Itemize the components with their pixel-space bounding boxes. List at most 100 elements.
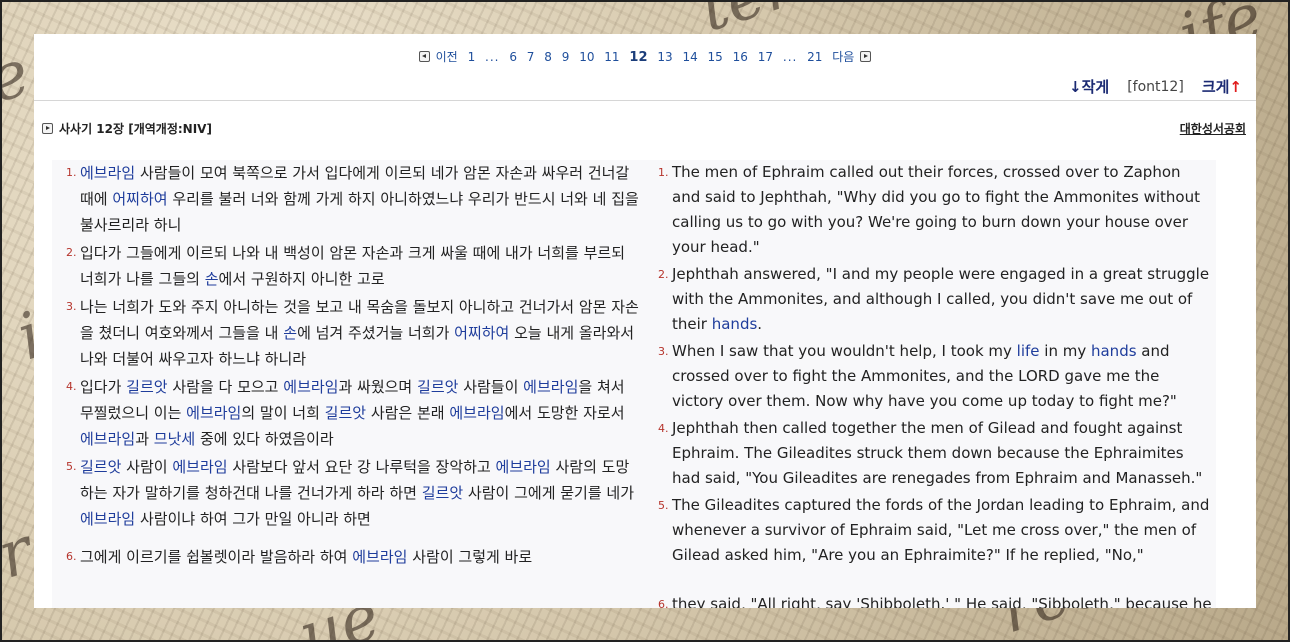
page-link[interactable]: 21: [807, 50, 822, 64]
up-arrow-icon: ↑: [1229, 78, 1242, 96]
dictionary-link[interactable]: 에브라임: [352, 548, 407, 566]
verse-text: 사람이: [121, 458, 173, 476]
page-link[interactable]: 15: [708, 50, 723, 64]
verse-item: 4. 입다가 길르앗 사람을 다 모으고 에브라임과 싸웠으며 길르앗 사람들이 …: [66, 374, 640, 452]
verse-item: 3. 나는 너희가 도와 주지 아니하는 것을 보고 내 목숨을 돌보지 아니하고…: [66, 294, 640, 372]
page-link[interactable]: 7: [527, 50, 535, 64]
dictionary-link[interactable]: 길르앗: [126, 378, 167, 396]
verse-item: 2. Jephthah answered, "I and my people we…: [658, 262, 1212, 337]
publisher-link[interactable]: 대한성서공회: [1180, 120, 1246, 137]
page-link[interactable]: 13: [657, 50, 672, 64]
bilingual-verses: 1. 에브라임 사람들이 모여 북쪽으로 가서 입다에게 이르되 네가 암몬 자손…: [52, 160, 1216, 608]
verse-text: When I saw that you wouldn't help, I too…: [672, 342, 1017, 360]
dictionary-link[interactable]: life: [1017, 342, 1040, 360]
current-page: 12: [629, 50, 648, 65]
dictionary-link[interactable]: 길르앗: [422, 484, 463, 502]
chapter-header: 사사기 12장 [개역개정:NIV] 대한성서공회: [42, 120, 1246, 138]
font-larger-label: 크게: [1201, 78, 1230, 96]
verse-item: 5. The Gileadites captured the fords of t…: [658, 493, 1212, 568]
page-link[interactable]: 1: [468, 50, 476, 64]
korean-verse-list: 1. 에브라임 사람들이 모여 북쪽으로 가서 입다에게 이르되 네가 암몬 자손…: [66, 160, 640, 570]
verse-text: 사람보다 앞서 요단 강 나루턱을 장악하고: [227, 458, 496, 476]
dictionary-link[interactable]: 에브라임: [80, 430, 135, 448]
prev-arrow-icon[interactable]: [418, 51, 430, 62]
dictionary-link[interactable]: 길르앗: [325, 404, 366, 422]
dictionary-link[interactable]: 므낫세: [154, 430, 195, 448]
verse-item: 5. 길르앗 사람이 에브라임 사람보다 앞서 요단 강 나루턱을 장악하고 에브…: [66, 454, 640, 532]
verse-item: 4. Jephthah then called together the men …: [658, 416, 1212, 491]
dictionary-link[interactable]: 에브라임: [80, 510, 135, 528]
verse-text: The men of Ephraim called out their forc…: [672, 163, 1200, 256]
verse-number: 4.: [658, 422, 669, 435]
dictionary-link[interactable]: 어찌하여: [454, 324, 509, 342]
verse-number: 5.: [658, 499, 669, 512]
dictionary-link[interactable]: hands: [712, 315, 758, 333]
verse-item: 6. 그에게 이르기를 쉽볼렛이라 발음하라 하여 에브라임 사람이 그렇게 바로: [66, 544, 640, 570]
font-larger-button[interactable]: 크게↑: [1202, 76, 1242, 97]
verse-text: 과 싸웠으며: [338, 378, 418, 396]
verse-text: The Gileadites captured the fords of the…: [672, 496, 1210, 564]
verse-text: they said, "All right, say 'Shibboleth.'…: [672, 595, 1212, 608]
verse-text: 에서 구원하지 아니한 고로: [218, 270, 385, 288]
verse-number: 2.: [658, 268, 669, 281]
dictionary-link[interactable]: 손: [283, 324, 297, 342]
verse-text: 에서 도망한 자로서: [504, 404, 625, 422]
page-link[interactable]: 11: [604, 50, 619, 64]
page-link[interactable]: 10: [579, 50, 594, 64]
dictionary-link[interactable]: 에브라임: [283, 378, 338, 396]
next-page-link[interactable]: 다음: [832, 50, 854, 64]
dictionary-link[interactable]: 에브라임: [496, 458, 551, 476]
dictionary-link[interactable]: 길르앗: [80, 458, 121, 476]
dictionary-link[interactable]: 에브라임: [523, 378, 578, 396]
verse-number: 4.: [66, 380, 77, 393]
dictionary-link[interactable]: 에브라임: [186, 404, 241, 422]
header-divider: [34, 100, 1256, 101]
verse-number: 5.: [66, 460, 77, 473]
page-link[interactable]: 16: [733, 50, 748, 64]
dictionary-link[interactable]: 에브라임: [80, 164, 135, 182]
dictionary-link[interactable]: 에브라임: [449, 404, 504, 422]
verse-item: 2. 입다가 그들에게 이르되 나와 내 백성이 암몬 자손과 크게 싸울 때에 …: [66, 240, 640, 292]
page-link[interactable]: 6: [509, 50, 517, 64]
verse-text: 사람은 본래: [366, 404, 450, 422]
down-arrow-icon: ↓: [1069, 78, 1082, 96]
english-verse-list: 1. The men of Ephraim called out their fo…: [658, 160, 1212, 608]
current-font-size: [font12]: [1127, 78, 1184, 95]
play-triangle-icon: [42, 123, 53, 134]
verse-text: 사람이냐 하여 그가 만일 아니라 하면: [135, 510, 371, 528]
page-link[interactable]: 8: [544, 50, 552, 64]
verse-number: 2.: [66, 246, 77, 259]
korean-column: 1. 에브라임 사람들이 모여 북쪽으로 가서 입다에게 이르되 네가 암몬 자손…: [66, 160, 640, 572]
page-link[interactable]: 9: [562, 50, 570, 64]
verse-item: 6. they said, "All right, say 'Shibboleth…: [658, 592, 1212, 608]
english-column: 1. The men of Ephraim called out their fo…: [658, 160, 1212, 608]
verse-text: Jephthah then called together the men of…: [672, 419, 1203, 487]
verse-text: .: [757, 315, 763, 333]
verse-text: 과: [135, 430, 154, 448]
pagination-ellipsis: ...: [782, 50, 798, 64]
font-size-controls: ↓작게 [font12] 크게↑: [1069, 76, 1242, 97]
verse-text: 의 말이 너희: [241, 404, 325, 422]
verse-number: 1.: [66, 166, 77, 179]
page-link[interactable]: 17: [758, 50, 773, 64]
verse-number: 3.: [658, 345, 669, 358]
verse-text: 사람들이: [458, 378, 524, 396]
page-link[interactable]: 14: [682, 50, 697, 64]
chapter-title: 사사기 12장 [개역개정:NIV]: [59, 122, 212, 136]
prev-page-link[interactable]: 이전: [436, 50, 458, 64]
dictionary-link[interactable]: hands: [1091, 342, 1137, 360]
verse-item: 3. When I saw that you wouldn't help, I t…: [658, 339, 1212, 414]
pagination-ellipsis: ...: [485, 50, 500, 64]
pagination: 이전 1 ... 6 7 8 9 10 11 12 13 14 15 16 17…: [34, 48, 1256, 65]
verse-text: 사람이 그렇게 바로: [407, 548, 533, 566]
dictionary-link[interactable]: 에브라임: [172, 458, 227, 476]
verse-text: 사람이 그에게 묻기를 네가: [463, 484, 635, 502]
next-arrow-icon[interactable]: [860, 51, 872, 62]
dictionary-link[interactable]: 손: [205, 270, 219, 288]
font-smaller-button[interactable]: ↓작게: [1069, 76, 1109, 97]
verse-item: 1. The men of Ephraim called out their fo…: [658, 160, 1212, 260]
dictionary-link[interactable]: 길르앗: [417, 378, 458, 396]
dictionary-link[interactable]: 어찌하여: [112, 190, 167, 208]
verse-number: 6.: [658, 598, 669, 608]
verse-text: in my: [1039, 342, 1091, 360]
